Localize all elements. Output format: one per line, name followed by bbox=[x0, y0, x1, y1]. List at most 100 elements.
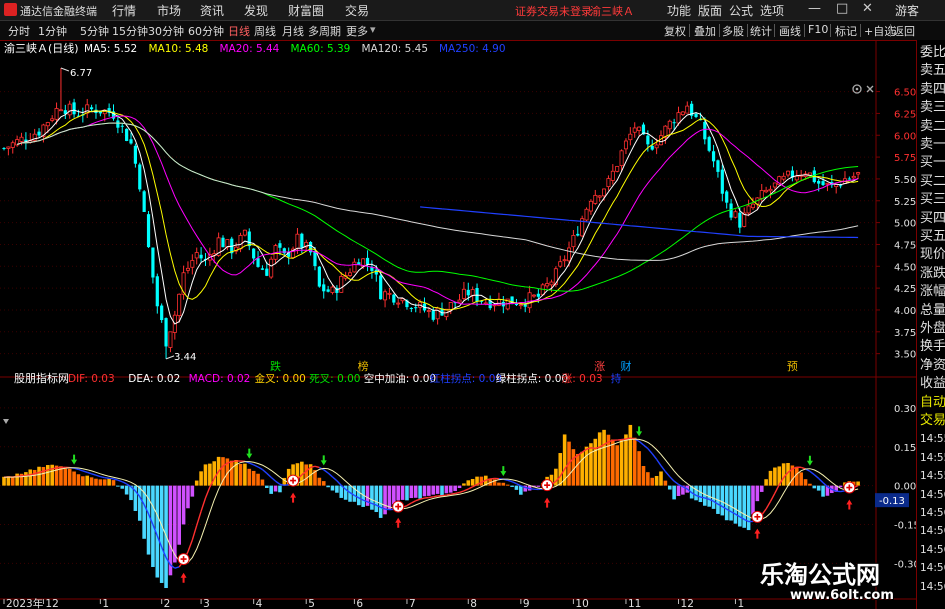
menu-news[interactable]: 资讯 bbox=[200, 2, 224, 19]
macd-bar bbox=[650, 477, 655, 486]
side-panel-item[interactable]: 14:55 bbox=[920, 430, 945, 448]
candle-body bbox=[194, 252, 199, 259]
candle-body bbox=[838, 185, 843, 187]
macd-bar bbox=[672, 485, 676, 500]
statistics-button[interactable]: 统计 bbox=[750, 23, 772, 39]
menu-options[interactable]: 选项 bbox=[760, 2, 784, 19]
close-icon[interactable]: ✕ bbox=[862, 1, 873, 16]
side-panel-item[interactable]: 现价 bbox=[920, 246, 945, 264]
side-panel-item[interactable]: 14:56 bbox=[920, 578, 945, 596]
stock-chart[interactable]: 渝三峡Ａ(日线) MA5: 5.52 MA10: 5.48 MA20: 5.44 MA6… bbox=[0, 40, 916, 609]
macd-bar bbox=[759, 485, 764, 492]
back-button[interactable]: 返回 bbox=[893, 23, 915, 39]
side-panel-item[interactable]: 14:55 bbox=[920, 449, 945, 467]
menu-market[interactable]: 市场 bbox=[157, 2, 181, 19]
indicator-value-label: DIF: 0.03 bbox=[68, 373, 115, 385]
candle-body bbox=[536, 293, 540, 297]
f10-button[interactable]: F10 bbox=[808, 23, 828, 36]
side-panel-item[interactable]: 买三 bbox=[920, 191, 945, 209]
user-label[interactable]: 游客 bbox=[895, 2, 919, 19]
dif-line-segment bbox=[187, 539, 193, 552]
period-tab-1min[interactable]: 1分钟 bbox=[38, 23, 67, 39]
menu-market-quotes[interactable]: 行情 bbox=[112, 2, 136, 19]
side-panel-item[interactable]: 换手 bbox=[920, 338, 945, 356]
candlesticks[interactable] bbox=[2, 67, 861, 359]
dif-line-segment bbox=[253, 464, 259, 468]
menu-wealth-circle[interactable]: 财富圈 bbox=[288, 2, 324, 19]
close-panel-icon[interactable] bbox=[866, 85, 874, 93]
side-panel-item[interactable]: 卖三 bbox=[920, 99, 945, 117]
macd-bar bbox=[694, 485, 698, 501]
side-panel-item[interactable]: 14:56 bbox=[920, 559, 945, 577]
maximize-icon[interactable]: □ bbox=[836, 1, 848, 16]
side-panel-item[interactable]: 卖一 bbox=[920, 136, 945, 154]
side-panel-item[interactable]: 外盘 bbox=[920, 320, 945, 338]
side-panel-item[interactable]: 涨跌 bbox=[920, 265, 945, 283]
side-panel-item[interactable]: 自动 bbox=[920, 394, 945, 412]
macd-axis-tick-label: 0.30 bbox=[894, 404, 916, 415]
side-panel-item[interactable]: 14:56 bbox=[920, 486, 945, 504]
candle-body bbox=[431, 310, 435, 320]
side-panel-item[interactable]: 总量 bbox=[920, 302, 945, 320]
period-tab-intraday[interactable]: 分时 bbox=[8, 23, 30, 39]
golden-cross-plus-icon bbox=[843, 481, 856, 494]
period-tab-5min[interactable]: 5分钟 bbox=[80, 23, 109, 39]
period-tab-15min[interactable]: 15分钟 bbox=[112, 23, 148, 39]
side-panel-item[interactable]: 交易 bbox=[920, 412, 945, 430]
side-panel-item[interactable]: 买二 bbox=[920, 173, 945, 191]
menu-discover[interactable]: 发现 bbox=[244, 2, 268, 19]
side-panel-item[interactable]: 卖二 bbox=[920, 118, 945, 136]
minimize-icon[interactable]: — bbox=[808, 1, 821, 16]
side-panel-item[interactable]: 净资 bbox=[920, 357, 945, 375]
side-panel-item[interactable]: 卖五 bbox=[920, 62, 945, 80]
side-panel-item[interactable]: 收益 bbox=[920, 375, 945, 393]
dif-line-segment bbox=[327, 472, 333, 478]
multi-stock-button[interactable]: 多股 bbox=[722, 23, 744, 39]
period-tab-monthly[interactable]: 月线 bbox=[282, 23, 304, 39]
high-pointer bbox=[60, 67, 70, 72]
x-axis-label: 9 bbox=[523, 598, 530, 609]
menu-formula[interactable]: 公式 bbox=[729, 2, 753, 19]
adjust-button[interactable]: 复权 bbox=[664, 23, 686, 39]
arrow-shape bbox=[846, 499, 853, 510]
macd-bar bbox=[632, 437, 637, 486]
period-tab-more[interactable]: 更多 bbox=[346, 23, 368, 39]
period-tab-daily[interactable]: 日线 bbox=[228, 23, 250, 39]
menu-function[interactable]: 功能 bbox=[667, 2, 691, 19]
period-tab-multi[interactable]: 多周期 bbox=[308, 23, 341, 39]
dropdown-triangle-icon[interactable] bbox=[3, 419, 9, 424]
side-panel-item[interactable]: 委比 bbox=[920, 44, 945, 62]
macd-bar bbox=[190, 485, 195, 497]
macd-bar bbox=[335, 485, 339, 493]
period-tab-30min[interactable]: 30分钟 bbox=[148, 23, 184, 39]
side-panel-item[interactable]: 14:56 bbox=[920, 522, 945, 540]
candle-body bbox=[733, 211, 738, 218]
side-panel-item[interactable]: 买四 bbox=[920, 210, 945, 228]
period-tab-weekly[interactable]: 周线 bbox=[254, 23, 276, 39]
side-panel-item[interactable]: 14:56 bbox=[920, 541, 945, 559]
overlay-button[interactable]: 叠加 bbox=[694, 23, 716, 39]
menu-layout[interactable]: 版面 bbox=[698, 2, 722, 19]
mark-button[interactable]: 标记 bbox=[835, 23, 857, 39]
toolbar-divider bbox=[774, 24, 775, 37]
golden-cross-plus-icon bbox=[287, 474, 300, 487]
title-bar: 通达信金融终端 行情 市场 资讯 发现 财富圈 交易 证券交易未登录 渝三峡Ａ … bbox=[0, 0, 945, 21]
side-panel-item[interactable]: 买五 bbox=[920, 228, 945, 246]
side-panel-item[interactable]: 14:56 bbox=[920, 504, 945, 522]
menu-trade[interactable]: 交易 bbox=[345, 2, 369, 19]
candle-body bbox=[794, 175, 799, 181]
draw-line-button[interactable]: 画线 bbox=[779, 23, 801, 39]
current-value-label: -0.13 bbox=[879, 496, 905, 507]
period-high-label: 6.77 bbox=[70, 68, 92, 79]
macd-bar bbox=[611, 439, 615, 486]
chevron-down-icon[interactable]: ▾ bbox=[370, 23, 376, 36]
macd-bar bbox=[94, 478, 98, 486]
macd-bar bbox=[768, 470, 773, 486]
side-panel-item[interactable]: 14:55 bbox=[920, 467, 945, 485]
period-tab-60min[interactable]: 60分钟 bbox=[188, 23, 224, 39]
side-panel-item[interactable]: 买一 bbox=[920, 154, 945, 172]
side-panel-item[interactable]: 卖四 bbox=[920, 81, 945, 99]
macd-bar bbox=[273, 485, 278, 492]
candle-body bbox=[667, 120, 672, 130]
side-panel-item[interactable]: 涨幅 bbox=[920, 283, 945, 301]
